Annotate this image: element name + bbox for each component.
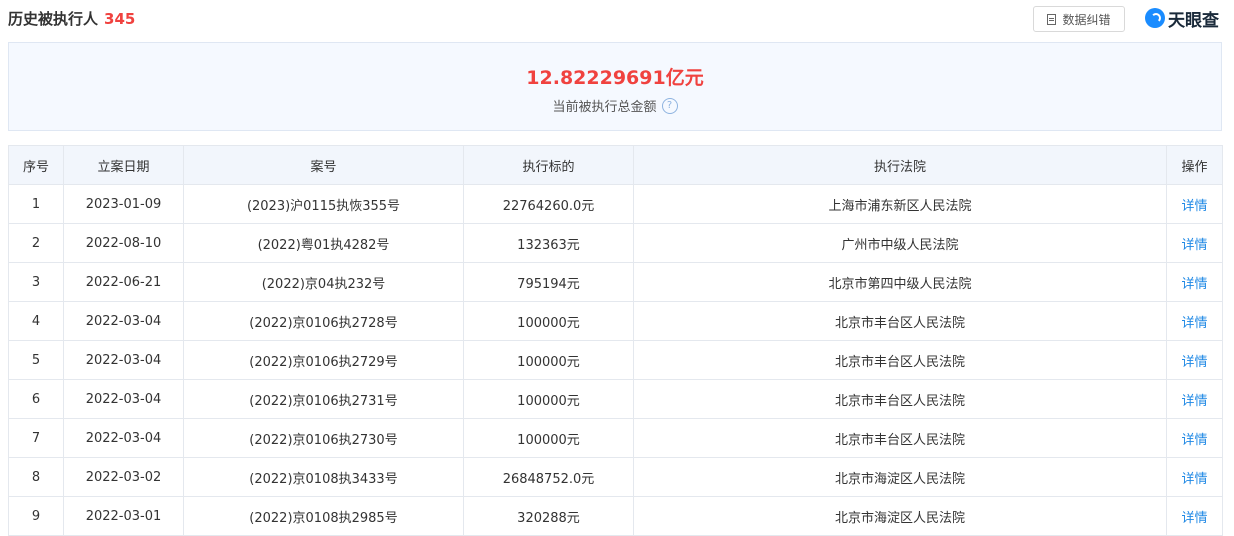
table-row: 9 2022-03-01 (2022)京0108执2985号 320288元 北… [8,496,1223,536]
execution-court: 北京市丰台区人民法院 [633,418,1167,458]
filing-date: 2023-01-09 [63,184,184,224]
column-header-date: 立案日期 [63,145,184,185]
data-correction-button[interactable]: 数据纠错 [1033,6,1125,32]
details-link[interactable]: 详情 [1166,262,1223,302]
details-link[interactable]: 详情 [1166,301,1223,341]
execution-amount: 320288元 [463,496,634,536]
execution-amount: 100000元 [463,379,634,419]
execution-court: 北京市第四中级人民法院 [633,262,1167,302]
document-icon [1047,13,1057,25]
details-link[interactable]: 详情 [1166,340,1223,380]
execution-court: 北京市丰台区人民法院 [633,379,1167,419]
details-link[interactable]: 详情 [1166,223,1223,263]
table-row: 3 2022-06-21 (2022)京04执232号 795194元 北京市第… [8,262,1223,302]
details-link[interactable]: 详情 [1166,418,1223,458]
execution-court: 北京市海淀区人民法院 [633,457,1167,497]
data-correction-label: 数据纠错 [1062,12,1111,27]
logo-mark-icon [1145,8,1165,28]
filing-date: 2022-08-10 [63,223,184,263]
row-number: 9 [8,496,64,536]
filing-date: 2022-03-04 [63,379,184,419]
execution-history-table: 序号 立案日期 案号 执行标的 执行法院 操作 1 2023-01-09 (20… [8,145,1223,536]
case-number: (2022)京0108执2985号 [183,496,464,536]
section-title: 历史被执行人 345 [8,8,135,29]
filing-date: 2022-03-04 [63,301,184,341]
execution-amount: 100000元 [463,301,634,341]
table-row: 5 2022-03-04 (2022)京0106执2729号 100000元 北… [8,340,1223,380]
table-row: 6 2022-03-04 (2022)京0106执2731号 100000元 北… [8,379,1223,419]
row-number: 6 [8,379,64,419]
total-amount-panel: 12.82229691亿元 当前被执行总金额 ? [8,42,1222,131]
column-header-court: 执行法院 [633,145,1167,185]
execution-court: 上海市浦东新区人民法院 [633,184,1167,224]
total-amount-label: 当前被执行总金额 [552,100,657,115]
section-title-text: 历史被执行人 [8,10,99,28]
case-number: (2022)京0106执2731号 [183,379,464,419]
total-amount-value: 12.82229691亿元 [526,67,704,89]
details-link[interactable]: 详情 [1166,457,1223,497]
execution-court: 北京市丰台区人民法院 [633,340,1167,380]
execution-amount: 795194元 [463,262,634,302]
case-number: (2022)京0106执2730号 [183,418,464,458]
help-icon[interactable]: ? [661,97,678,114]
filing-date: 2022-03-02 [63,457,184,497]
case-number: (2022)京0108执3433号 [183,457,464,497]
column-header-case-no: 案号 [183,145,464,185]
table-row: 7 2022-03-04 (2022)京0106执2730号 100000元 北… [8,418,1223,458]
filing-date: 2022-03-04 [63,418,184,458]
filing-date: 2022-03-01 [63,496,184,536]
column-header-no: 序号 [8,145,64,185]
case-number: (2022)京04执232号 [183,262,464,302]
execution-amount: 132363元 [463,223,634,263]
filing-date: 2022-03-04 [63,340,184,380]
table-header-row: 序号 立案日期 案号 执行标的 执行法院 操作 [8,145,1223,185]
column-header-amount: 执行标的 [463,145,634,185]
details-link[interactable]: 详情 [1166,496,1223,536]
header: 历史被执行人 345 数据纠错 天眼查 [8,0,1226,40]
details-link[interactable]: 详情 [1166,184,1223,224]
row-number: 1 [8,184,64,224]
execution-court: 广州市中级人民法院 [633,223,1167,263]
execution-amount: 22764260.0元 [463,184,634,224]
row-number: 2 [8,223,64,263]
table-row: 8 2022-03-02 (2022)京0108执3433号 26848752.… [8,457,1223,497]
filing-date: 2022-06-21 [63,262,184,302]
row-number: 7 [8,418,64,458]
execution-amount: 26848752.0元 [463,457,634,497]
column-header-action: 操作 [1166,145,1223,185]
record-count: 345 [104,10,136,28]
row-number: 5 [8,340,64,380]
table-row: 4 2022-03-04 (2022)京0106执2728号 100000元 北… [8,301,1223,341]
table-row: 1 2023-01-09 (2023)沪0115执恢355号 22764260.… [8,184,1223,224]
execution-court: 北京市海淀区人民法院 [633,496,1167,536]
execution-amount: 100000元 [463,418,634,458]
case-number: (2022)京0106执2729号 [183,340,464,380]
case-number: (2022)京0106执2728号 [183,301,464,341]
case-number: (2022)粤01执4282号 [183,223,464,263]
execution-amount: 100000元 [463,340,634,380]
logo-text: 天眼查 [1168,10,1219,31]
row-number: 4 [8,301,64,341]
row-number: 3 [8,262,64,302]
table-row: 2 2022-08-10 (2022)粤01执4282号 132363元 广州市… [8,223,1223,263]
execution-court: 北京市丰台区人民法院 [633,301,1167,341]
case-number: (2023)沪0115执恢355号 [183,184,464,224]
total-amount-label-row: 当前被执行总金额 ? [9,96,1221,115]
details-link[interactable]: 详情 [1166,379,1223,419]
tianyancha-logo: 天眼查 [1145,6,1219,31]
row-number: 8 [8,457,64,497]
